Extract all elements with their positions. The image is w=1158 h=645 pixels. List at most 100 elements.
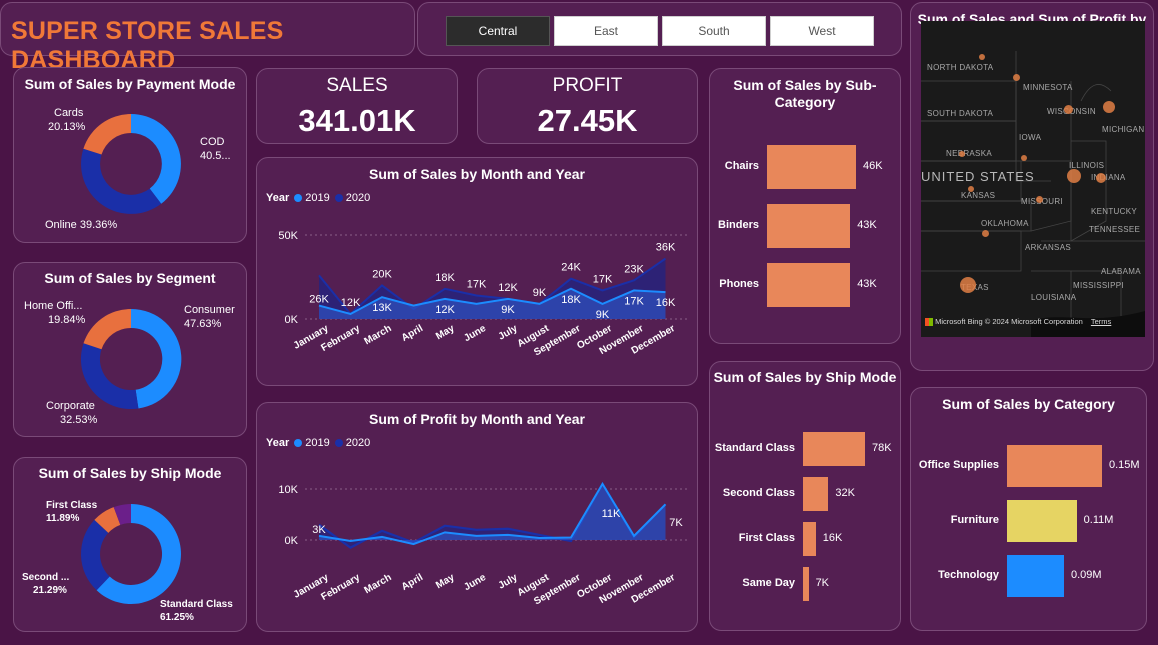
map-label-oklahoma: OKLAHOMA bbox=[981, 219, 1029, 228]
bubble-texas[interactable] bbox=[960, 277, 976, 293]
map-label-alabama: ALABAMA bbox=[1101, 267, 1141, 276]
data-label-oct: 11K bbox=[602, 508, 621, 520]
y-tick-50k: 50K bbox=[278, 230, 298, 242]
label-cod-pct: 40.5... bbox=[200, 150, 231, 162]
profit-month-chart: 10K 0K JanuaryFebruary March April May June J… bbox=[278, 481, 689, 607]
data-label-2019: 18K bbox=[561, 294, 581, 306]
terms-link[interactable]: Terms bbox=[1091, 317, 1111, 326]
data-label-2020: 23K bbox=[624, 263, 644, 275]
data-label-2020: 12K bbox=[498, 282, 518, 294]
slicer-option-central[interactable]: Central bbox=[446, 16, 550, 46]
sales-month-card: Sum of Sales by Month and Year Year 2019 2… bbox=[256, 157, 698, 386]
bubble-iowa[interactable] bbox=[1021, 155, 1027, 161]
donut-slice-home-office[interactable] bbox=[83, 309, 132, 350]
bar-technology[interactable] bbox=[1007, 555, 1064, 597]
data-label-2020: 20K bbox=[372, 268, 392, 280]
ship-mode-donut-card: Sum of Sales by Ship Mode First Class 11… bbox=[13, 457, 247, 632]
slicer-option-south[interactable]: South bbox=[662, 16, 766, 46]
donut-slice-second-class[interactable] bbox=[80, 519, 110, 591]
bar-office-supplies[interactable] bbox=[1007, 445, 1102, 487]
bar-standard-class[interactable] bbox=[803, 432, 865, 466]
x-tick-label: May bbox=[434, 323, 457, 342]
label-cards-pct: 20.13% bbox=[48, 121, 86, 133]
bubble-kansas[interactable] bbox=[968, 186, 974, 192]
profit-kpi-label: PROFIT bbox=[552, 75, 623, 96]
bar-category-label: Chairs bbox=[724, 160, 759, 172]
bar-category-label: Same Day bbox=[742, 577, 795, 589]
map-label-minnesota: MINNESOTA bbox=[1023, 83, 1073, 92]
slicer-option-east[interactable]: East bbox=[554, 16, 658, 46]
sales-kpi-label: SALES bbox=[326, 75, 388, 96]
map-label-iowa: IOWA bbox=[1019, 133, 1042, 142]
data-label-2020: 18K bbox=[435, 272, 455, 284]
label-online: Online 39.36% bbox=[45, 219, 118, 231]
bubble-nebraska[interactable] bbox=[959, 151, 965, 157]
segment-card: Sum of Sales by Segment Home Offi... 19.… bbox=[13, 262, 247, 437]
x-tick-label: April bbox=[400, 572, 425, 593]
bar-chairs[interactable] bbox=[767, 145, 856, 189]
label-standard-class-pct: 61.25% bbox=[160, 612, 194, 623]
map-label-south-dakota: SOUTH DAKOTA bbox=[927, 109, 994, 118]
bar-category-label: Office Supplies bbox=[918, 459, 999, 471]
donut-slice-online[interactable] bbox=[81, 148, 162, 214]
bubble-wisconsin[interactable] bbox=[1064, 105, 1073, 114]
data-label-2019: 9K bbox=[596, 309, 610, 321]
bar-first-class[interactable] bbox=[803, 522, 816, 556]
sales-month-chart: 50K 0K 26K 20K 18K 17K 12K 9K 24K 17K 23K 36K 12K 1… bbox=[278, 230, 689, 358]
map-label-mississippi: MISSISSIPPI bbox=[1073, 281, 1124, 290]
label-second-class-pct: 21.29% bbox=[33, 585, 67, 596]
bubble-indiana[interactable] bbox=[1096, 173, 1106, 183]
data-label-2019: 17K bbox=[624, 295, 644, 307]
label-second-class-name: Second ... bbox=[22, 572, 70, 583]
donut-slice-cod[interactable] bbox=[131, 114, 181, 204]
bubble-north-dakota[interactable] bbox=[979, 54, 985, 60]
x-tick-label: April bbox=[400, 323, 425, 344]
map-label-louisiana: LOUISIANA bbox=[1031, 293, 1077, 302]
bubble-michigan[interactable] bbox=[1103, 101, 1115, 113]
data-label-2019: 16K bbox=[656, 297, 676, 309]
label-first-class-pct: 11.89% bbox=[46, 513, 80, 524]
label-corporate-name: Corporate bbox=[46, 400, 95, 412]
data-label-dec: 7K bbox=[669, 517, 683, 529]
state-map[interactable]: NORTH DAKOTAMINNESOTASOUTH DAKOTAWISCONS… bbox=[921, 21, 1145, 337]
data-label-2020: 36K bbox=[656, 242, 676, 254]
y-tick-0k: 0K bbox=[285, 535, 299, 547]
slicer-option-west[interactable]: West bbox=[770, 16, 874, 46]
label-cod-name: COD bbox=[200, 136, 225, 148]
data-label-2020: 24K bbox=[561, 262, 581, 274]
bar-phones[interactable] bbox=[767, 263, 851, 307]
bing-attribution: Microsoft Bing bbox=[935, 317, 983, 326]
data-label-2019: 12K bbox=[435, 304, 455, 316]
bar-category-label: Phones bbox=[719, 278, 759, 290]
bar-binders[interactable] bbox=[767, 204, 851, 248]
bar-value-label: 0.09M bbox=[1071, 569, 1102, 581]
donut-slice-consumer[interactable] bbox=[131, 308, 182, 409]
bubble-minnesota[interactable] bbox=[1013, 74, 1020, 81]
label-home-office-pct: 19.84% bbox=[48, 314, 86, 326]
label-corporate-pct: 32.53% bbox=[60, 414, 98, 426]
x-tick-label: March bbox=[362, 323, 393, 347]
label-consumer-pct: 47.63% bbox=[184, 318, 222, 330]
bubble-illinois[interactable] bbox=[1067, 169, 1081, 183]
label-standard-class-name: Standard Class bbox=[160, 599, 233, 610]
data-label-2019: 9K bbox=[501, 304, 515, 316]
data-label-2019: 13K bbox=[372, 302, 392, 314]
y-tick-0k: 0K bbox=[285, 314, 299, 326]
bar-value-label: 7K bbox=[815, 577, 830, 589]
bubble-missouri[interactable] bbox=[1036, 196, 1043, 203]
map-label-united-states: UNITED STATES bbox=[921, 169, 1035, 184]
bubble-oklahoma[interactable] bbox=[982, 230, 989, 237]
x-tick-label: June bbox=[462, 572, 488, 593]
bar-second-class[interactable] bbox=[803, 477, 829, 511]
subcategory-card: Sum of Sales by Sub-Category Chairs 46K Bi… bbox=[709, 68, 901, 344]
label-cards-name: Cards bbox=[54, 107, 84, 119]
bar-same-day[interactable] bbox=[803, 567, 809, 601]
bar-value-label: 78K bbox=[872, 442, 892, 454]
bar-value-label: 43K bbox=[857, 219, 877, 231]
map-attribution: Microsoft Bing © 2024 Microsoft Corporat… bbox=[925, 317, 1111, 327]
map-label-arkansas: ARKANSAS bbox=[1025, 243, 1071, 252]
bar-furniture[interactable] bbox=[1007, 500, 1077, 542]
donut-slice-cards[interactable] bbox=[83, 114, 131, 155]
payment-mode-card: Sum of Sales by Payment Mode Cards 20.13… bbox=[13, 67, 247, 243]
map-label-north-dakota: NORTH DAKOTA bbox=[927, 63, 994, 72]
